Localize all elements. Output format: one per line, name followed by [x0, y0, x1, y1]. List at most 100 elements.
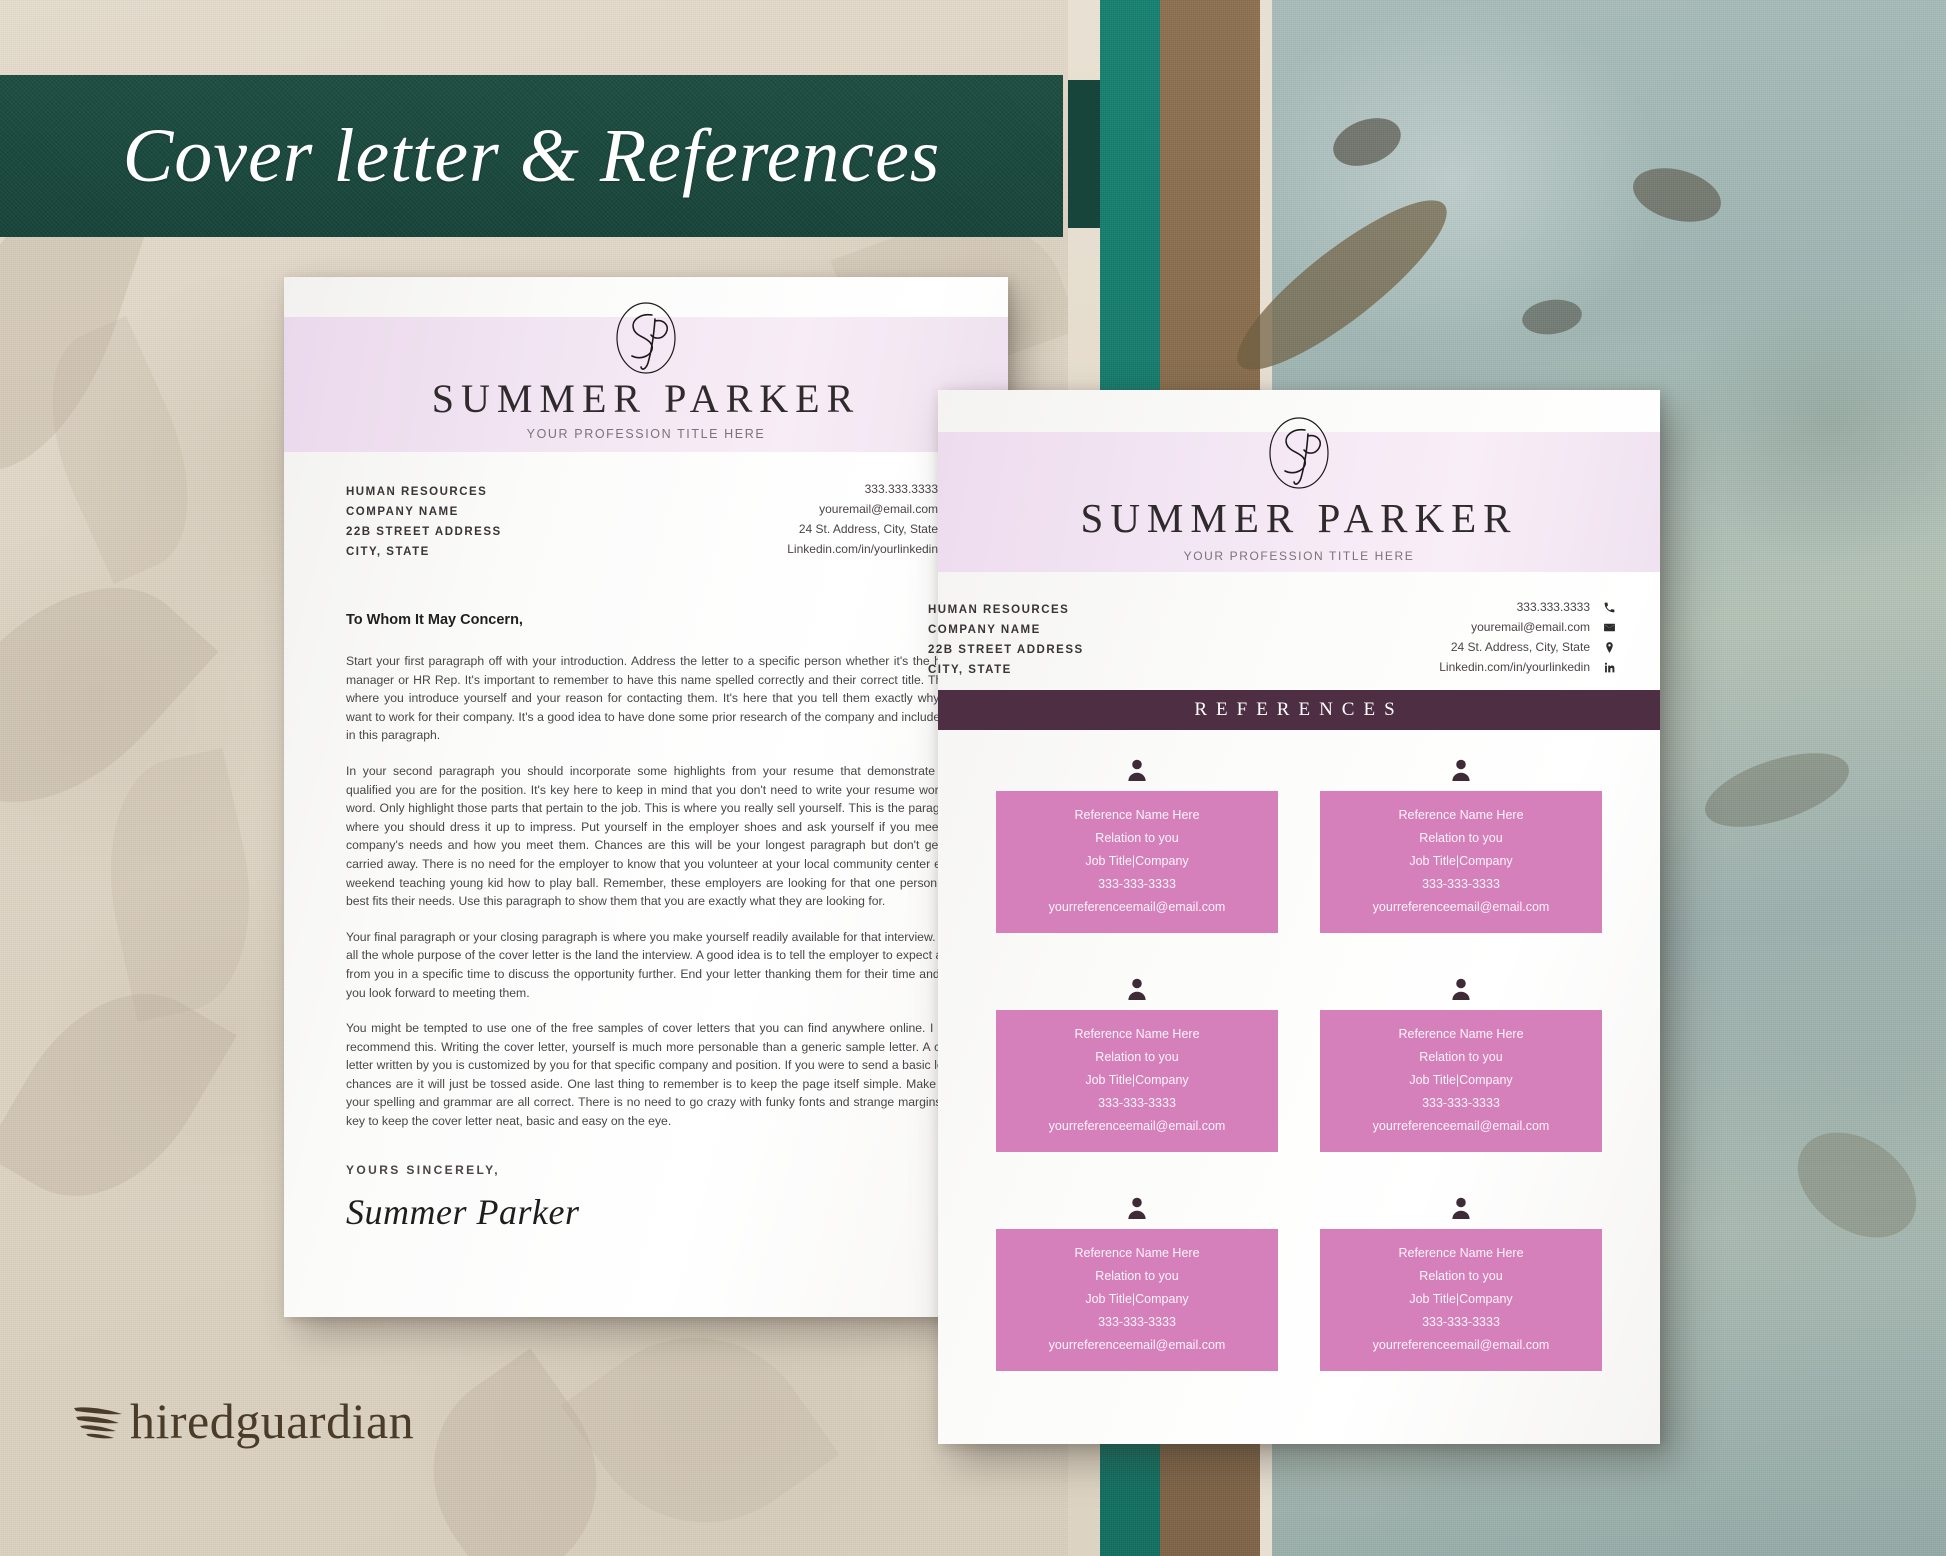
- person-icon: [1452, 1197, 1470, 1219]
- banner: Cover letter & References: [0, 75, 1063, 237]
- reference-card: Reference Name Here Relation to you Job …: [1320, 791, 1602, 933]
- banner-title: Cover letter & References: [122, 113, 941, 198]
- reference-relation: Relation to you: [1095, 831, 1179, 845]
- reference-name: Reference Name Here: [1398, 808, 1524, 822]
- references-section-band: REFERENCES: [938, 690, 1660, 730]
- recipient-line: HUMAN RESOURCES: [928, 604, 1070, 616]
- reference-name: Reference Name Here: [1074, 1027, 1200, 1041]
- salutation: To Whom It May Concern,: [346, 612, 523, 628]
- sender-contact-list: 333.333.3333 youremail@email.com 24 St. …: [1439, 600, 1616, 674]
- recipient-line: COMPANY NAME: [346, 506, 459, 518]
- reference-card: Reference Name Here Relation to you Job …: [1320, 1229, 1602, 1371]
- contact-email-text: youremail@email.com: [819, 502, 938, 516]
- body-paragraph: Your final paragraph or your closing par…: [346, 929, 964, 1000]
- closing-salutation: YOURS SINCERELY,: [346, 1162, 500, 1177]
- recipient-address-block: HUMAN RESOURCES COMPANY NAME 22B STREET …: [928, 600, 1084, 680]
- recipient-line: COMPANY NAME: [928, 624, 1041, 636]
- cover-letter-page[interactable]: SUMMER PARKER YOUR PROFESSION TITLE HERE…: [284, 277, 1008, 1317]
- reference-phone: 333-333-3333: [1422, 1096, 1500, 1110]
- contact-linkedin-text: Linkedin.com/in/yourlinkedin: [1439, 660, 1590, 674]
- reference-card: Reference Name Here Relation to you Job …: [996, 1010, 1278, 1152]
- email-icon: [1602, 620, 1616, 634]
- references-profession-title: YOUR PROFESSION TITLE HERE: [1183, 549, 1415, 563]
- contact-phone-text: 333.333.3333: [1516, 600, 1590, 614]
- reference-name: Reference Name Here: [1398, 1027, 1524, 1041]
- reference-item[interactable]: Reference Name Here Relation to you Job …: [1320, 977, 1602, 1152]
- person-icon: [1128, 759, 1146, 781]
- reference-item[interactable]: Reference Name Here Relation to you Job …: [996, 977, 1278, 1152]
- reference-job: Job Title|Company: [1085, 1292, 1189, 1306]
- person-icon: [1452, 759, 1470, 781]
- phone-icon: [1602, 600, 1616, 614]
- body-paragraph: You might be tempted to use one of the f…: [346, 1021, 964, 1129]
- mockup-stage: Cover letter & References SUMMER PARKER …: [0, 0, 1946, 1556]
- reference-name: Reference Name Here: [1074, 808, 1200, 822]
- person-icon: [1452, 978, 1470, 1000]
- person-icon: [1128, 978, 1146, 1000]
- decorative-leaf: [560, 1290, 840, 1556]
- cover-letter-body: To Whom It May Concern, Start your first…: [346, 612, 964, 1233]
- contact-row-phone[interactable]: 333.333.3333: [1517, 600, 1616, 614]
- recipient-line: HUMAN RESOURCES: [346, 486, 488, 498]
- location-pin-icon: [1602, 640, 1616, 654]
- reference-phone: 333-333-3333: [1098, 1096, 1176, 1110]
- decorative-leaf: [85, 748, 275, 1022]
- body-paragraph: Start your first paragraph off with your…: [346, 654, 964, 743]
- reference-relation: Relation to you: [1419, 831, 1503, 845]
- references-contact-section: HUMAN RESOURCES COMPANY NAME 22B STREET …: [928, 600, 1660, 680]
- contact-email-text: youremail@email.com: [1471, 620, 1590, 634]
- recipient-line: CITY, STATE: [346, 546, 430, 558]
- person-icon: [1128, 1197, 1146, 1219]
- reference-card: Reference Name Here Relation to you Job …: [996, 791, 1278, 933]
- logo-text: hiredguardian: [130, 1393, 415, 1449]
- body-paragraph: In your second paragraph you should inco…: [346, 763, 964, 909]
- linkedin-icon: [1602, 660, 1616, 674]
- reference-item[interactable]: Reference Name Here Relation to you Job …: [996, 1196, 1278, 1371]
- references-page[interactable]: SUMMER PARKER YOUR PROFESSION TITLE HERE…: [928, 390, 1660, 1444]
- reference-relation: Relation to you: [1419, 1269, 1503, 1283]
- contact-address-text: 24 St. Address, City, State: [798, 522, 938, 536]
- cover-letter-contact-section: HUMAN RESOURCES COMPANY NAME 22B STREET …: [284, 482, 1008, 562]
- cover-letter-profession-title: YOUR PROFESSION TITLE HERE: [526, 427, 766, 441]
- reference-email: yourreferenceemail@email.com: [1372, 900, 1550, 914]
- contact-phone-text: 333.333.3333: [864, 482, 938, 496]
- reference-email: yourreferenceemail@email.com: [1048, 1338, 1226, 1352]
- recipient-line: CITY, STATE: [928, 664, 1012, 676]
- reference-email: yourreferenceemail@email.com: [1048, 1119, 1226, 1133]
- reference-job: Job Title|Company: [1409, 854, 1513, 868]
- contact-row-email[interactable]: youremail@email.com: [1471, 620, 1616, 634]
- cover-letter-header-band: SUMMER PARKER YOUR PROFESSION TITLE HERE: [284, 302, 1008, 452]
- reference-job: Job Title|Company: [1085, 854, 1189, 868]
- signature: Summer Parker: [346, 1191, 580, 1232]
- reference-relation: Relation to you: [1095, 1050, 1179, 1064]
- reference-name: Reference Name Here: [1398, 1246, 1524, 1260]
- brand-logo: hiredguardian: [72, 1392, 414, 1450]
- monogram-sp-icon: [1269, 417, 1329, 489]
- monogram-sp-icon: [616, 302, 676, 374]
- reference-card: Reference Name Here Relation to you Job …: [1320, 1010, 1602, 1152]
- references-section-title: REFERENCES: [1194, 699, 1404, 720]
- reference-item[interactable]: Reference Name Here Relation to you Job …: [1320, 758, 1602, 933]
- reference-relation: Relation to you: [1095, 1269, 1179, 1283]
- contact-linkedin-text: Linkedin.com/in/yourlinkedin: [787, 542, 938, 556]
- contact-row-address[interactable]: 24 St. Address, City, State: [1451, 640, 1616, 654]
- reference-phone: 333-333-3333: [1098, 877, 1176, 891]
- references-name: SUMMER PARKER: [1080, 495, 1518, 541]
- reference-item[interactable]: Reference Name Here Relation to you Job …: [1320, 1196, 1602, 1371]
- recipient-line: 22B STREET ADDRESS: [346, 526, 502, 538]
- references-grid: Reference Name Here Relation to you Job …: [996, 758, 1602, 1371]
- reference-email: yourreferenceemail@email.com: [1372, 1119, 1550, 1133]
- references-header-band: SUMMER PARKER YOUR PROFESSION TITLE HERE: [938, 417, 1660, 572]
- reference-email: yourreferenceemail@email.com: [1372, 1338, 1550, 1352]
- reference-phone: 333-333-3333: [1422, 877, 1500, 891]
- contact-row-linkedin[interactable]: Linkedin.com/in/yourlinkedin: [1439, 660, 1616, 674]
- wing-icon: [74, 1407, 122, 1439]
- reference-relation: Relation to you: [1419, 1050, 1503, 1064]
- recipient-address-block: HUMAN RESOURCES COMPANY NAME 22B STREET …: [346, 482, 502, 562]
- reference-job: Job Title|Company: [1409, 1073, 1513, 1087]
- reference-item[interactable]: Reference Name Here Relation to you Job …: [996, 758, 1278, 933]
- reference-email: yourreferenceemail@email.com: [1048, 900, 1226, 914]
- reference-phone: 333-333-3333: [1098, 1315, 1176, 1329]
- reference-name: Reference Name Here: [1074, 1246, 1200, 1260]
- reference-phone: 333-333-3333: [1422, 1315, 1500, 1329]
